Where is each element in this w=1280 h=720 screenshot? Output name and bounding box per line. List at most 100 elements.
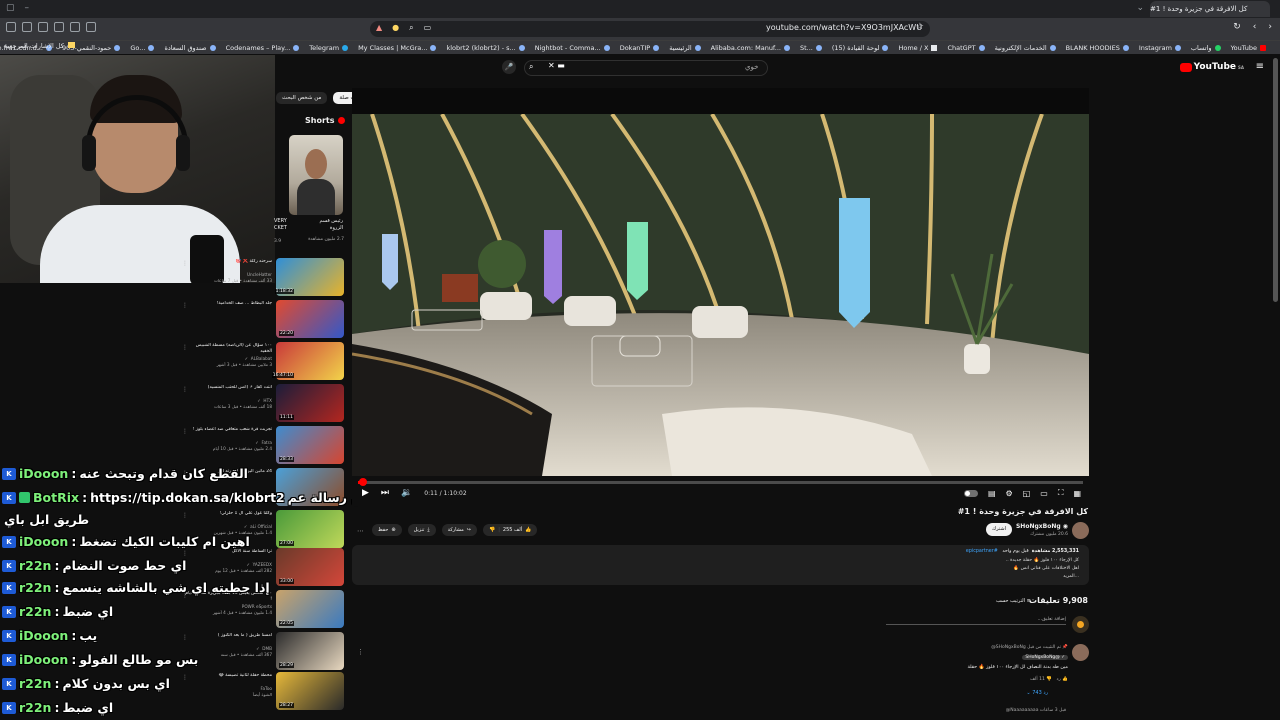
warning-icon[interactable]: ▲ bbox=[376, 23, 382, 33]
bookmark-item[interactable]: ChatGPT bbox=[947, 44, 985, 52]
recommendation-menu-icon[interactable]: ⋮ bbox=[182, 386, 188, 393]
recommendation-title[interactable]: تجربت قرة شعب متعاقي ضد اعضاء بلوز ! bbox=[184, 427, 272, 439]
grid-icon[interactable] bbox=[86, 22, 96, 32]
recommendation-channel[interactable]: UncleHatter ‏ bbox=[184, 272, 272, 277]
search-icon[interactable]: ⌕ bbox=[529, 62, 533, 72]
play-icon[interactable]: ▶ bbox=[362, 488, 369, 498]
theater-icon[interactable]: ▭ bbox=[1040, 489, 1048, 498]
share-button[interactable]: مشاركة ↪ bbox=[441, 524, 477, 536]
page-scrollbar[interactable] bbox=[1273, 58, 1278, 302]
recommendation-channel[interactable]: HTX ‏ ✓ bbox=[184, 398, 272, 403]
bookmark-item[interactable]: Home / X bbox=[898, 44, 938, 52]
chip-search-person[interactable]: من شخص البحث bbox=[276, 92, 328, 104]
recommendation-menu-icon[interactable]: ⋮ bbox=[182, 260, 188, 267]
all-bookmarks-folder[interactable]: كل الإشارات المرجعية bbox=[4, 42, 75, 50]
settings-icon[interactable]: ⚙ bbox=[1006, 489, 1013, 498]
extension-badge-icon[interactable]: ● bbox=[392, 23, 399, 33]
window-minimize-icon[interactable]: – bbox=[25, 3, 30, 13]
next-comment-author[interactable]: @Naaaaaaaaa قبل 3 ساعات bbox=[1006, 708, 1066, 713]
dislike-icon[interactable]: 👎 bbox=[489, 527, 495, 533]
short-title[interactable]: رئيس قسم الزروة bbox=[305, 218, 343, 232]
bookmark-item[interactable]: klobrt2 (klobrt2) - s... bbox=[446, 44, 525, 52]
reload-icon[interactable]: ↻ bbox=[1233, 22, 1241, 32]
miniplayer-icon[interactable]: ◱ bbox=[1023, 489, 1031, 498]
clear-search-icon[interactable]: ✕ ▬ bbox=[548, 61, 565, 70]
bookmark-item[interactable]: الخدمات الإلكترونية bbox=[995, 44, 1056, 52]
menu-icon[interactable]: ≡ bbox=[1256, 61, 1264, 72]
autoplay-toggle[interactable] bbox=[963, 489, 978, 497]
comment-author[interactable]: SHoNgxBoNg@ ✓ bbox=[1022, 655, 1068, 660]
bookmark-item[interactable]: BLANK HOODIES bbox=[1066, 44, 1129, 52]
video-player[interactable] bbox=[352, 114, 1089, 476]
bookmark-item[interactable]: Nightbot - Comma... bbox=[535, 44, 610, 52]
recommendation-title[interactable]: سرحنه ركلة ❌ 🎯 bbox=[184, 259, 272, 271]
comment-dislike-icon[interactable]: 👎 bbox=[1046, 677, 1052, 682]
comment-reply-button[interactable]: رد bbox=[1057, 677, 1061, 682]
short-thumbnail[interactable] bbox=[289, 135, 343, 215]
progress-scrubber[interactable] bbox=[359, 478, 367, 486]
recommendation-menu-icon[interactable]: ⋮ bbox=[182, 344, 188, 351]
puzzle-icon[interactable] bbox=[70, 22, 80, 32]
subscribe-button[interactable]: اشترك bbox=[986, 523, 1012, 536]
cast-icon[interactable]: ▭ bbox=[424, 23, 432, 33]
comment-like-icon[interactable]: 👍 bbox=[1062, 677, 1068, 682]
channel-avatar[interactable] bbox=[1072, 522, 1089, 539]
bookmark-star-icon[interactable]: ☆ bbox=[916, 22, 924, 32]
bookmark-item[interactable]: Instagram bbox=[1139, 44, 1181, 52]
bookmark-item[interactable]: صندوق السعادة bbox=[164, 44, 216, 52]
recommendation-title[interactable]: ١٠٠ سؤال عن (الرياضه) مسطة الشبيس الخفيه bbox=[184, 343, 272, 355]
bookmark-item[interactable]: (15) لوحة القيادة bbox=[832, 44, 889, 52]
recommendation-item[interactable]: 11:11 انتت كفار ⚡ (أنس للحتب المنسيه) HTX … bbox=[182, 384, 344, 422]
recommendation-item[interactable]: 1:18:32 سرحنه ركلة ❌ 🎯 UncleHatter ‏ ‏33 أل… bbox=[182, 258, 344, 296]
short-partial-title[interactable]: VERY CKET bbox=[274, 218, 288, 232]
save-button[interactable]: حفظ ⊕ bbox=[372, 524, 402, 536]
more-actions-icon[interactable]: ⋯ bbox=[357, 527, 364, 535]
back-icon[interactable]: ‹ bbox=[1253, 22, 1257, 32]
extensions-icon[interactable] bbox=[6, 22, 16, 32]
recommendation-title[interactable]: جلد البطاط ... صف الخدامية! bbox=[184, 301, 272, 313]
downloads-icon[interactable] bbox=[38, 22, 48, 32]
add-comment-input[interactable]: إضافة تعليق... bbox=[886, 617, 1066, 625]
browser-tab-active[interactable]: كل الافرقة في جزيرة وحدة ! 1# bbox=[1150, 1, 1270, 17]
recommendation-channel[interactable]: ALBalabat ‏ ✓ bbox=[184, 356, 272, 361]
hashtag-link[interactable]: #epicpartner bbox=[966, 549, 998, 554]
bookmark-item[interactable]: YouTube bbox=[1231, 44, 1266, 52]
sort-by-button[interactable]: الترتيب حسب ≡ bbox=[996, 598, 1031, 604]
comment-more-icon[interactable]: ⋮ bbox=[357, 648, 364, 656]
recommendation-channel[interactable]: Fatra ‏ ✓ bbox=[184, 440, 272, 445]
bookmark-item[interactable]: St... bbox=[800, 44, 822, 52]
window-menu-icon[interactable]: ▢ bbox=[6, 3, 15, 13]
sidebar-icon[interactable] bbox=[22, 22, 32, 32]
recommendation-item[interactable]: 22:20 جلد البطاط ... صف الخدامية! ⋮ bbox=[182, 300, 344, 338]
like-icon[interactable]: 👍 bbox=[525, 527, 531, 533]
cast-player-icon[interactable]: ▦ bbox=[1073, 489, 1081, 498]
forward-icon[interactable]: › bbox=[1268, 22, 1272, 32]
show-more-link[interactable]: ...المزيد bbox=[1063, 574, 1079, 579]
next-icon[interactable]: ⏭ bbox=[381, 488, 389, 498]
youtube-logo[interactable]: YouTube SA bbox=[1179, 62, 1244, 72]
zoom-icon[interactable]: ⌕ bbox=[409, 23, 413, 33]
description-box[interactable]: 2,553,331 مشاهدة قبل يوم واحد #epicpartn… bbox=[352, 545, 1089, 585]
address-bar[interactable]: ▲ ● ⌕ ▭ youtube.com/watch?v=X9O3mJXAcWU … bbox=[370, 21, 930, 37]
bookmark-item[interactable]: My Classes | McGra... bbox=[358, 44, 437, 52]
recommendation-item[interactable]: 28:33 تجربت قرة شعب متعاقي ضد اعضاء بلوز … bbox=[182, 426, 344, 464]
recommendation-item[interactable]: 16:47:10 ١٠٠ سؤال عن (الرياضه) مسطة الشبي… bbox=[182, 342, 344, 380]
recommendation-menu-icon[interactable]: ⋮ bbox=[182, 302, 188, 309]
bookmark-item[interactable]: الرئيسية bbox=[669, 44, 701, 52]
bookmark-item[interactable]: Telegram bbox=[309, 44, 349, 52]
bookmark-item[interactable]: Alibaba.com: Manuf... bbox=[711, 44, 790, 52]
download-button[interactable]: تنزيل ⤓ bbox=[407, 524, 436, 536]
comment-avatar[interactable] bbox=[1072, 644, 1089, 661]
tab-list-icon[interactable]: ⌄ bbox=[1136, 3, 1144, 13]
profile-icon[interactable] bbox=[54, 22, 64, 32]
bookmark-item[interactable]: Codenames – Play... bbox=[226, 44, 300, 52]
comment-replies-button[interactable]: ⌄ 743 رد bbox=[1026, 690, 1048, 696]
volume-icon[interactable]: 🔉 bbox=[401, 488, 412, 498]
voice-search-icon[interactable]: 🎤 bbox=[502, 60, 516, 74]
recommendation-menu-icon[interactable]: ⋮ bbox=[182, 428, 188, 435]
channel-name[interactable]: SHoNgxBoNg ◉ bbox=[1016, 523, 1068, 530]
bookmark-item[interactable]: واتساب bbox=[1191, 44, 1221, 52]
bookmark-item[interactable]: Go... bbox=[130, 44, 155, 52]
fullscreen-icon[interactable]: ⛶ bbox=[1058, 488, 1064, 498]
captions-icon[interactable]: ▤ bbox=[988, 489, 996, 498]
